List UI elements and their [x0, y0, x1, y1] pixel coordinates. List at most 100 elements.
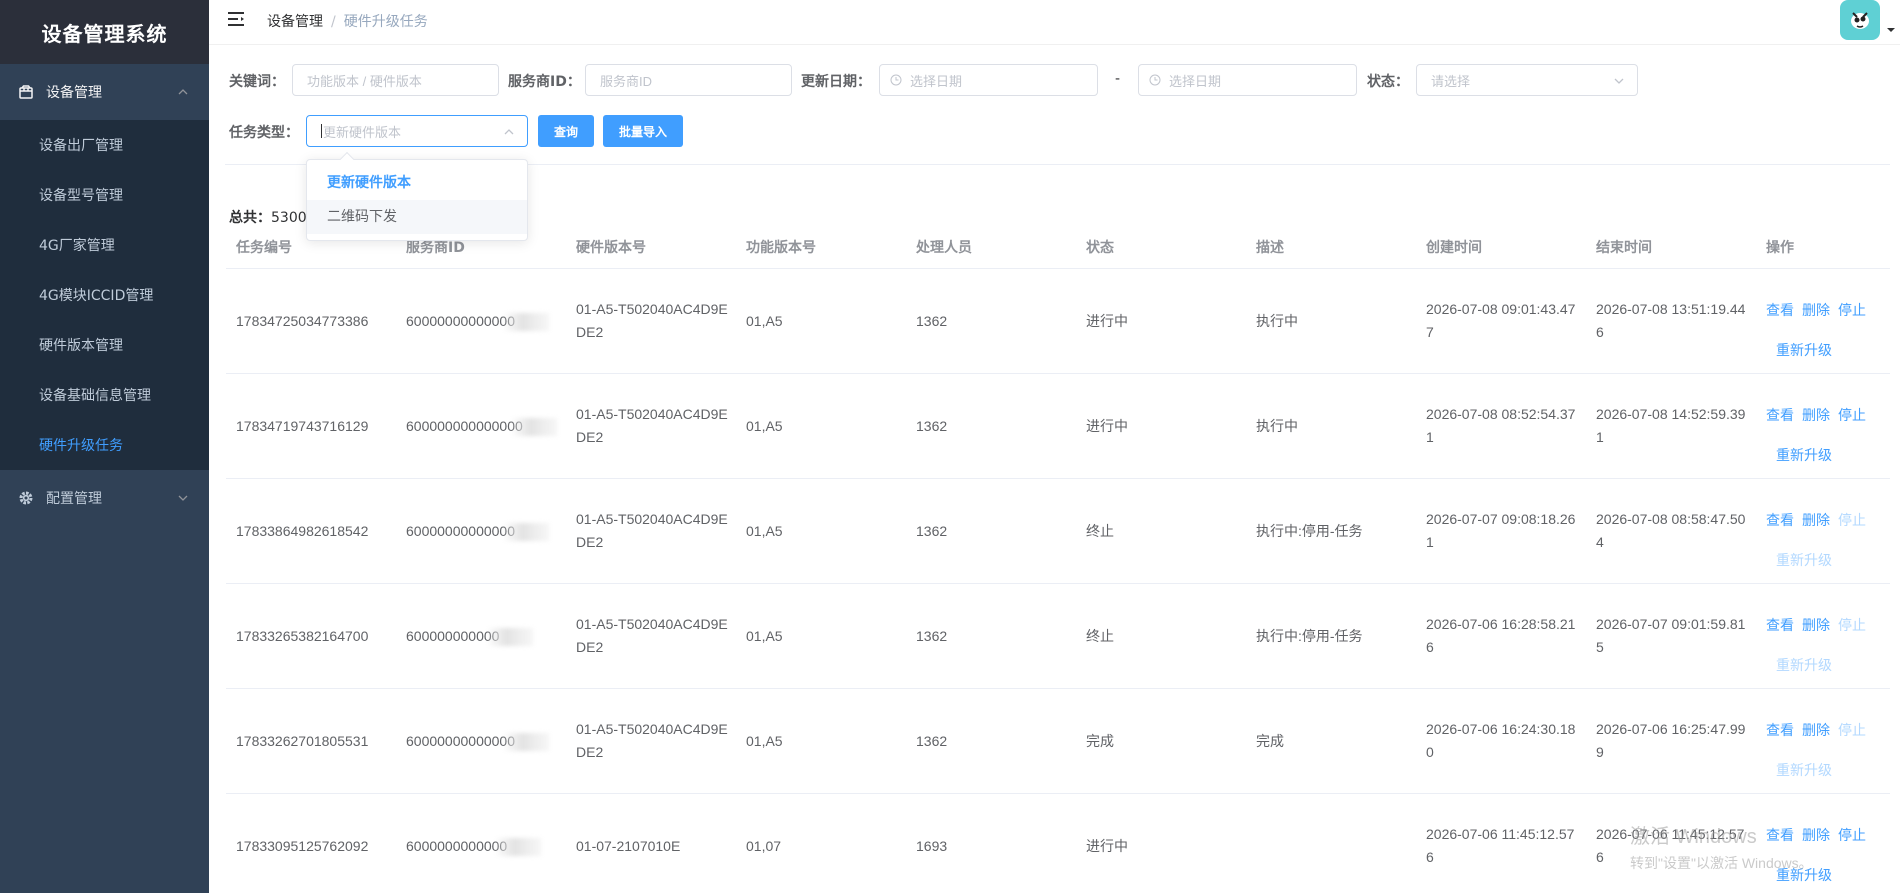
dropdown-option-update-hw[interactable]: 更新硬件版本: [307, 166, 527, 200]
delete-button[interactable]: 删除: [1802, 404, 1830, 427]
cell-ended: 2026-07-06 11:45:12.576: [1586, 823, 1756, 869]
cell-hw-version: 01-A5-T502040AC4D9EDE2: [566, 718, 736, 764]
avatar[interactable]: [1840, 0, 1880, 40]
cell-status-text: 进行中: [1086, 312, 1128, 329]
sidebar-item-4g-vendor[interactable]: 4G厂家管理: [0, 220, 209, 270]
cell-status: 完成: [1076, 730, 1246, 753]
cell-task-id: 17833095125762092: [226, 835, 396, 858]
sidebar-item-basic-info[interactable]: 设备基础信息管理: [0, 370, 209, 420]
cell-provider-id: 600000000000: [396, 625, 566, 648]
cell-fw-version: 01,A5: [736, 415, 906, 438]
cell-description: 完成: [1246, 730, 1416, 753]
cell-ended-text: 2026-07-08 08:58:47.504: [1596, 511, 1746, 550]
cell-fw-version: 01,A5: [736, 520, 906, 543]
cell-description: 执行中: [1246, 310, 1416, 333]
cell-handler: 1362: [906, 520, 1076, 543]
redacted-blur: [505, 312, 550, 331]
cell-fw-version-text: 01,07: [746, 837, 782, 854]
clock-icon: [1149, 74, 1161, 86]
retry-upgrade-button[interactable]: 重新升级: [1776, 444, 1832, 467]
view-button[interactable]: 查看: [1766, 719, 1794, 742]
dropdown-option-qrcode[interactable]: 二维码下发: [307, 200, 527, 234]
th-status: 状态: [1086, 239, 1114, 256]
cell-fw-version-text: 01,A5: [746, 312, 783, 329]
th-fw-version: 功能版本号: [746, 239, 816, 256]
status-select[interactable]: 请选择: [1416, 64, 1638, 96]
dropdown-arrow: [339, 151, 355, 167]
task-type-label: 任务类型：: [229, 125, 299, 141]
retry-upgrade-button[interactable]: 重新升级: [1776, 654, 1832, 677]
delete-button[interactable]: 删除: [1802, 299, 1830, 322]
view-button[interactable]: 查看: [1766, 824, 1794, 847]
cell-provider-id-text: 600000000000000: [406, 417, 523, 434]
th-ended: 结束时间: [1596, 239, 1652, 256]
view-button[interactable]: 查看: [1766, 509, 1794, 532]
cell-handler-text: 1362: [916, 627, 948, 644]
th-description: 描述: [1256, 239, 1284, 256]
task-type-select[interactable]: 更新硬件版本: [306, 115, 528, 147]
cell-task-id: 17834719743716129: [226, 415, 396, 438]
cell-created: 2026-07-06 16:28:58.216: [1416, 613, 1586, 659]
sidebar-item-iccid[interactable]: 4G模块ICCID管理: [0, 270, 209, 320]
sidebar-item-hw-version[interactable]: 硬件版本管理: [0, 320, 209, 370]
delete-button[interactable]: 删除: [1802, 509, 1830, 532]
cell-ended: 2026-07-06 16:25:47.999: [1586, 718, 1756, 764]
view-button[interactable]: 查看: [1766, 614, 1794, 637]
stop-button[interactable]: 停止: [1838, 299, 1866, 322]
query-button[interactable]: 查询: [538, 115, 594, 147]
stop-button[interactable]: 停止: [1838, 404, 1866, 427]
th-created: 创建时间: [1426, 239, 1482, 256]
menu-group-device-management[interactable]: 设备管理: [0, 64, 209, 120]
keyword-input[interactable]: 功能版本 / 硬件版本: [292, 64, 499, 96]
cell-handler-text: 1362: [916, 417, 948, 434]
menu-group-config[interactable]: 配置管理: [0, 470, 209, 526]
cell-fw-version: 01,A5: [736, 625, 906, 648]
table-row: 17833262701805531 60000000000000 01-A5-T50…: [226, 689, 1890, 794]
stop-button[interactable]: 停止: [1838, 509, 1866, 532]
cell-task-id-text: 17833262701805531: [236, 732, 369, 749]
cell-provider-id: 600000000000000: [396, 415, 566, 438]
date-separator: -: [1115, 71, 1121, 87]
cell-description-text: 执行中:停用-任务: [1256, 627, 1363, 644]
retry-upgrade-button[interactable]: 重新升级: [1776, 339, 1832, 362]
cell-description-text: 完成: [1256, 732, 1284, 749]
delete-button[interactable]: 删除: [1802, 824, 1830, 847]
cell-handler: 1362: [906, 625, 1076, 648]
batch-import-button[interactable]: 批量导入: [603, 115, 683, 147]
stop-button[interactable]: 停止: [1838, 719, 1866, 742]
breadcrumb-root[interactable]: 设备管理: [267, 14, 323, 30]
cell-handler: 1362: [906, 730, 1076, 753]
redacted-blur: [505, 732, 550, 751]
hamburger-icon[interactable]: [226, 10, 246, 28]
stop-button[interactable]: 停止: [1838, 824, 1866, 847]
sidebar-item-model[interactable]: 设备型号管理: [0, 170, 209, 220]
avatar-image: [1851, 12, 1869, 29]
view-button[interactable]: 查看: [1766, 299, 1794, 322]
cell-fw-version-text: 01,A5: [746, 417, 783, 434]
delete-button[interactable]: 删除: [1802, 614, 1830, 637]
cell-status-text: 终止: [1086, 522, 1114, 539]
redacted-blur: [505, 522, 550, 541]
sidebar-item-hw-upgrade[interactable]: 硬件升级任务: [0, 420, 209, 470]
retry-upgrade-button[interactable]: 重新升级: [1776, 759, 1832, 782]
cell-provider-id-text: 600000000000: [406, 627, 500, 644]
cell-fw-version-text: 01,A5: [746, 522, 783, 539]
cell-provider-id: 60000000000000: [396, 520, 566, 543]
cell-task-id: 17833864982618542: [226, 520, 396, 543]
view-button[interactable]: 查看: [1766, 404, 1794, 427]
redacted-blur: [512, 417, 557, 436]
date-start-input[interactable]: 选择日期: [879, 64, 1098, 96]
sidebar-item-factory[interactable]: 设备出厂管理: [0, 120, 209, 170]
retry-upgrade-button[interactable]: 重新升级: [1776, 549, 1832, 572]
date-end-input[interactable]: 选择日期: [1138, 64, 1357, 96]
cell-task-id: 17834725034773386: [226, 310, 396, 333]
cell-handler-text: 1362: [916, 522, 948, 539]
stop-button[interactable]: 停止: [1838, 614, 1866, 637]
table-row: 17833864982618542 60000000000000 01-A5-T50…: [226, 479, 1890, 584]
provider-label: 服务商ID：: [508, 74, 581, 90]
provider-input[interactable]: 服务商ID: [585, 64, 792, 96]
caret-down-icon[interactable]: [1886, 26, 1896, 34]
cell-task-id: 17833265382164700: [226, 625, 396, 648]
delete-button[interactable]: 删除: [1802, 719, 1830, 742]
retry-upgrade-button[interactable]: 重新升级: [1776, 864, 1832, 887]
